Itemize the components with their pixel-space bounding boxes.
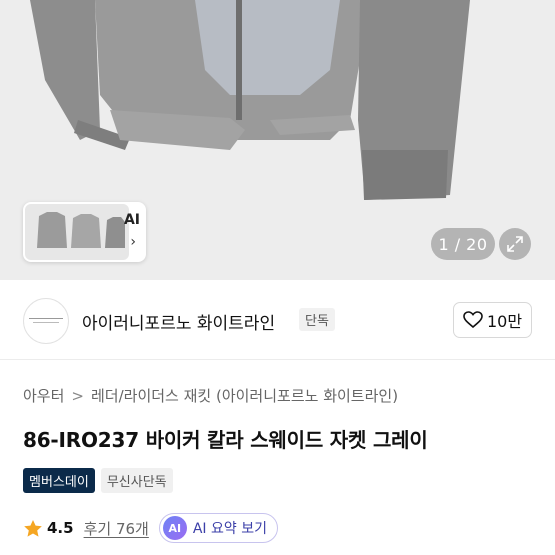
star-icon: [24, 519, 42, 537]
thumbnail-images: [25, 204, 129, 260]
ai-badge-icon: AI: [162, 516, 187, 540]
thumb-ai-label: AI: [123, 212, 140, 228]
brand-logo-mark: [29, 318, 63, 323]
product-tags: 멤버스데이 무신사단독: [23, 468, 173, 493]
thumbnail-jacket-icons: [37, 212, 125, 248]
brand-name[interactable]: 아이러니포르노 화이트라인: [82, 309, 275, 334]
like-count: 10만: [486, 312, 523, 331]
rating-value: 4.5: [47, 519, 74, 537]
product-image-gallery[interactable]: AI › 1 / 20: [0, 0, 555, 280]
ai-summary-button[interactable]: AI AI 요약 보기: [158, 513, 278, 543]
brand-row: 아이러니포르노 화이트라인 단독 10만: [0, 280, 555, 360]
expand-icon: [507, 236, 523, 252]
like-button[interactable]: 10만: [453, 302, 532, 338]
breadcrumb-item-category[interactable]: 레더/라이더스 재킷 (아이러니포르노 화이트라인): [91, 385, 398, 406]
rating-row: 4.5 후기 76개 AI AI 요약 보기: [23, 513, 278, 543]
brand-logo[interactable]: [23, 298, 69, 344]
tag-musinsa-exclusive: 무신사단독: [100, 468, 173, 493]
review-count-link[interactable]: 후기 76개: [84, 518, 149, 539]
product-title: 86-IRO237 바이커 칼라 스웨이드 자켓 그레이: [23, 428, 428, 452]
ai-thumbnail-strip[interactable]: AI ›: [23, 202, 146, 262]
tag-members-day: 멤버스데이: [23, 468, 95, 493]
breadcrumb-item-outer[interactable]: 아우터: [23, 385, 64, 406]
breadcrumb: 아우터 > 레더/라이더스 재킷 (아이러니포르노 화이트라인): [23, 385, 398, 406]
heart-icon: [463, 311, 483, 329]
exclusive-badge: 단독: [299, 308, 335, 331]
ai-summary-label: AI 요약 보기: [192, 521, 267, 537]
image-counter: 1 / 20: [431, 228, 495, 260]
expand-button[interactable]: [499, 228, 531, 260]
chevron-right-icon: ›: [130, 234, 136, 250]
breadcrumb-separator: >: [71, 386, 84, 405]
